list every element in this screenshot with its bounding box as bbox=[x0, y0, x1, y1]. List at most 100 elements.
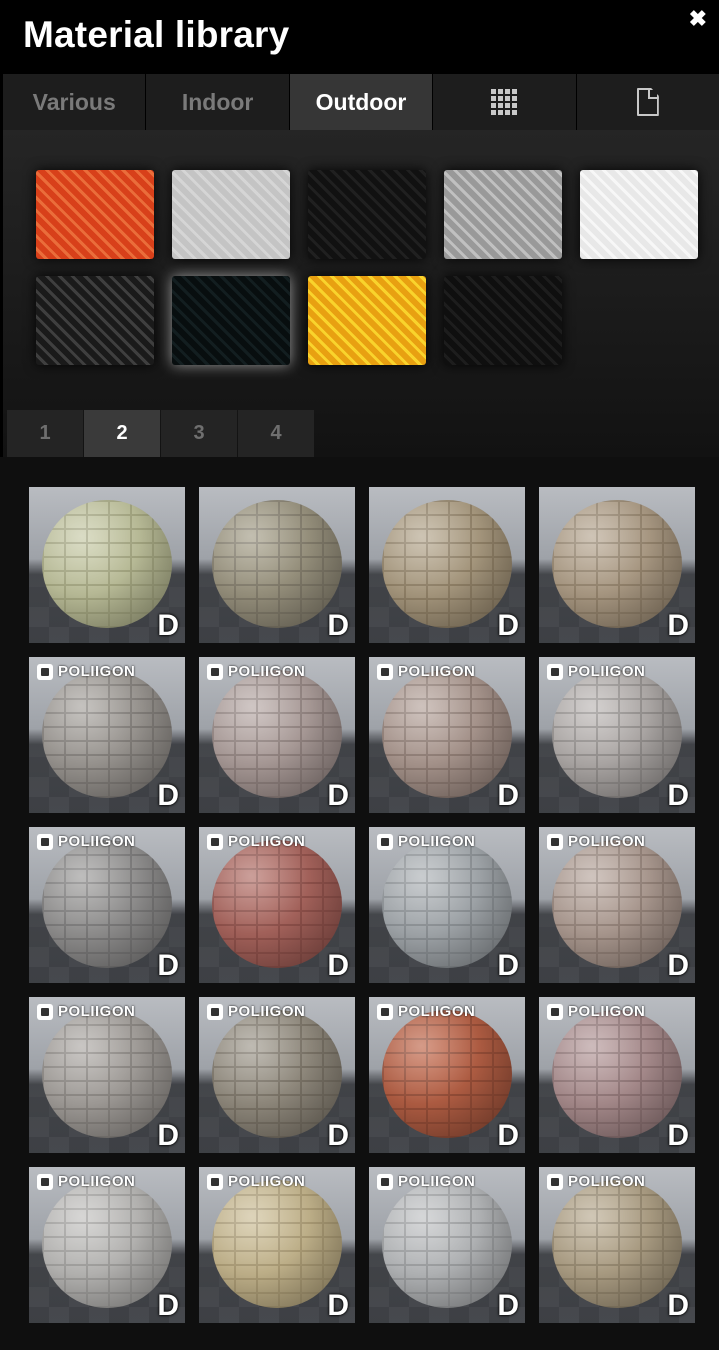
material-tile[interactable]: POLIIGON D bbox=[369, 997, 525, 1153]
swatch-brick[interactable] bbox=[36, 170, 154, 259]
swatch-metal-tread-plate[interactable] bbox=[444, 170, 562, 259]
poliigon-logo: POLIIGON bbox=[377, 663, 475, 680]
page-tab-1[interactable]: 1 bbox=[7, 410, 83, 457]
download-badge: D bbox=[327, 949, 349, 982]
tab-outdoor[interactable]: Outdoor bbox=[289, 74, 434, 130]
poliigon-logo: POLIIGON bbox=[547, 1003, 645, 1020]
download-badge: D bbox=[497, 609, 519, 642]
material-sphere bbox=[212, 840, 342, 968]
download-badge: D bbox=[667, 609, 689, 642]
material-sphere bbox=[382, 670, 512, 798]
material-sphere bbox=[212, 500, 342, 628]
swatch-concrete[interactable] bbox=[172, 170, 290, 259]
brand-label: POLIIGON bbox=[228, 663, 306, 680]
material-tile[interactable]: POLIIGON D bbox=[29, 827, 185, 983]
swatch-roof-tiles[interactable] bbox=[36, 276, 154, 365]
page-tab-3[interactable]: 3 bbox=[161, 410, 237, 457]
material-tile[interactable]: POLIIGON D bbox=[369, 827, 525, 983]
swatch-white-plaster[interactable] bbox=[580, 170, 698, 259]
material-tile[interactable]: POLIIGON D bbox=[539, 1167, 695, 1323]
poliigon-logo: POLIIGON bbox=[207, 1003, 305, 1020]
material-tile[interactable]: POLIIGON D bbox=[29, 1167, 185, 1323]
material-sphere bbox=[42, 1010, 172, 1138]
poliigon-logo: POLIIGON bbox=[207, 1173, 305, 1190]
material-tile[interactable]: POLIIGON D bbox=[539, 657, 695, 813]
swatch-glossy-dark[interactable] bbox=[308, 170, 426, 259]
material-tile[interactable]: POLIIGON D bbox=[369, 1167, 525, 1323]
download-badge: D bbox=[157, 609, 179, 642]
poliigon-icon bbox=[37, 1173, 53, 1190]
material-tile[interactable]: POLIIGON D bbox=[369, 657, 525, 813]
material-sphere bbox=[552, 1180, 682, 1308]
poliigon-logo: POLIIGON bbox=[37, 663, 135, 680]
tab-grid-view[interactable] bbox=[433, 74, 577, 130]
download-badge: D bbox=[497, 949, 519, 982]
brand-label: POLIIGON bbox=[398, 1003, 476, 1020]
material-tile[interactable]: POLIIGON D bbox=[539, 827, 695, 983]
material-sphere bbox=[212, 1180, 342, 1308]
material-tile[interactable]: POLIIGON D bbox=[199, 1167, 355, 1323]
poliigon-icon bbox=[207, 1003, 223, 1020]
poliigon-logo: POLIIGON bbox=[377, 1003, 475, 1020]
material-tile[interactable]: POLIIGON D bbox=[29, 657, 185, 813]
material-tile[interactable]: POLIIGON D bbox=[199, 827, 355, 983]
title-bar: Material library ✖ bbox=[0, 0, 719, 74]
material-sphere bbox=[382, 1010, 512, 1138]
material-sphere bbox=[552, 1010, 682, 1138]
material-tile[interactable]: POLIIGON D bbox=[199, 657, 355, 813]
document-icon bbox=[636, 88, 659, 116]
material-sphere bbox=[212, 1010, 342, 1138]
brand-label: POLIIGON bbox=[398, 833, 476, 850]
brand-label: POLIIGON bbox=[568, 1003, 646, 1020]
poliigon-icon bbox=[37, 1003, 53, 1020]
poliigon-logo: POLIIGON bbox=[377, 833, 475, 850]
material-sphere bbox=[42, 500, 172, 628]
window-title: Material library bbox=[23, 14, 290, 55]
tab-document[interactable] bbox=[576, 74, 719, 130]
swatch-dark-granite[interactable] bbox=[172, 276, 290, 365]
material-tile[interactable]: D bbox=[199, 487, 355, 643]
material-tile[interactable]: D bbox=[539, 487, 695, 643]
material-sphere bbox=[552, 500, 682, 628]
material-tile[interactable]: D bbox=[29, 487, 185, 643]
material-sphere bbox=[382, 1180, 512, 1308]
page-tabs: 1 2 3 4 bbox=[7, 410, 315, 457]
download-badge: D bbox=[157, 949, 179, 982]
material-sphere bbox=[212, 670, 342, 798]
download-badge: D bbox=[667, 779, 689, 812]
material-tile[interactable]: POLIIGON D bbox=[539, 997, 695, 1153]
brand-label: POLIIGON bbox=[228, 1173, 306, 1190]
poliigon-icon bbox=[547, 663, 563, 680]
poliigon-logo: POLIIGON bbox=[37, 1003, 135, 1020]
poliigon-icon bbox=[377, 663, 393, 680]
category-tabs: Various Indoor Outdoor bbox=[3, 74, 719, 130]
poliigon-icon bbox=[207, 663, 223, 680]
material-sphere bbox=[382, 840, 512, 968]
tab-indoor[interactable]: Indoor bbox=[146, 74, 290, 130]
tab-various[interactable]: Various bbox=[3, 74, 147, 130]
swatch-asphalt[interactable] bbox=[444, 276, 562, 365]
download-badge: D bbox=[497, 1119, 519, 1152]
swatch-osb-wood[interactable] bbox=[308, 276, 426, 365]
material-tile[interactable]: POLIIGON D bbox=[29, 997, 185, 1153]
brand-label: POLIIGON bbox=[568, 1173, 646, 1190]
download-badge: D bbox=[327, 1119, 349, 1152]
material-sphere bbox=[42, 840, 172, 968]
page-tab-4[interactable]: 4 bbox=[238, 410, 314, 457]
material-sphere bbox=[382, 500, 512, 628]
poliigon-icon bbox=[377, 833, 393, 850]
brand-label: POLIIGON bbox=[228, 1003, 306, 1020]
page-tab-2[interactable]: 2 bbox=[84, 410, 160, 457]
grid-icon bbox=[491, 89, 518, 115]
poliigon-logo: POLIIGON bbox=[547, 663, 645, 680]
material-sphere bbox=[42, 1180, 172, 1308]
poliigon-icon bbox=[547, 1003, 563, 1020]
poliigon-icon bbox=[377, 1173, 393, 1190]
close-icon[interactable]: ✖ bbox=[689, 6, 707, 32]
material-tile[interactable]: POLIIGON D bbox=[199, 997, 355, 1153]
brand-label: POLIIGON bbox=[58, 663, 136, 680]
material-sphere bbox=[552, 840, 682, 968]
brand-label: POLIIGON bbox=[58, 1173, 136, 1190]
material-tile[interactable]: D bbox=[369, 487, 525, 643]
poliigon-logo: POLIIGON bbox=[37, 1173, 135, 1190]
